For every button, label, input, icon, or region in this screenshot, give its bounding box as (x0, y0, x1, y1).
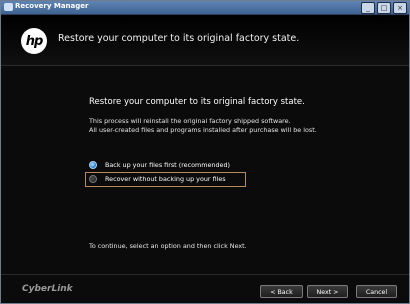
option-backup-first[interactable]: Back up your files first (recommended) (89, 161, 230, 169)
cancel-button[interactable]: Cancel (356, 285, 397, 298)
option-recover-without-backup[interactable]: Recover without backing up your files (89, 175, 226, 183)
page-title: Restore your computer to its original fa… (89, 97, 305, 107)
option-backup-first-label[interactable]: Back up your files first (recommended) (105, 161, 230, 169)
back-button[interactable]: < Back (260, 285, 303, 298)
header-divider (1, 65, 409, 66)
cyberlink-logo: CyberLink (22, 284, 73, 294)
next-button[interactable]: Next > (307, 285, 348, 298)
option-recover-without-backup-label[interactable]: Recover without backing up your files (105, 175, 226, 183)
radio-unselected-icon[interactable] (89, 175, 97, 183)
description: This process will reinstall the original… (89, 117, 317, 135)
title-bar: Recovery Manager _ □ × (1, 1, 409, 15)
hp-logo: hp (21, 28, 47, 54)
instruction-text: To continue, select an option and then c… (89, 242, 247, 250)
description-line-1: This process will reinstall the original… (89, 117, 291, 125)
maximize-button[interactable]: □ (377, 2, 391, 14)
description-line-2: All user-created files and programs inst… (89, 126, 317, 134)
app-icon (4, 3, 13, 11)
close-button[interactable]: × (393, 2, 407, 14)
hp-logo-text: hp (25, 33, 44, 49)
footer-divider (1, 274, 409, 275)
recovery-manager-window: Recovery Manager _ □ × hp Restore your c… (0, 0, 410, 304)
window-controls: _ □ × (361, 2, 407, 14)
header-title: Restore your computer to its original fa… (58, 33, 300, 44)
window-title: Recovery Manager (15, 2, 89, 10)
minimize-button[interactable]: _ (361, 2, 375, 14)
radio-selected-icon[interactable] (89, 161, 97, 169)
